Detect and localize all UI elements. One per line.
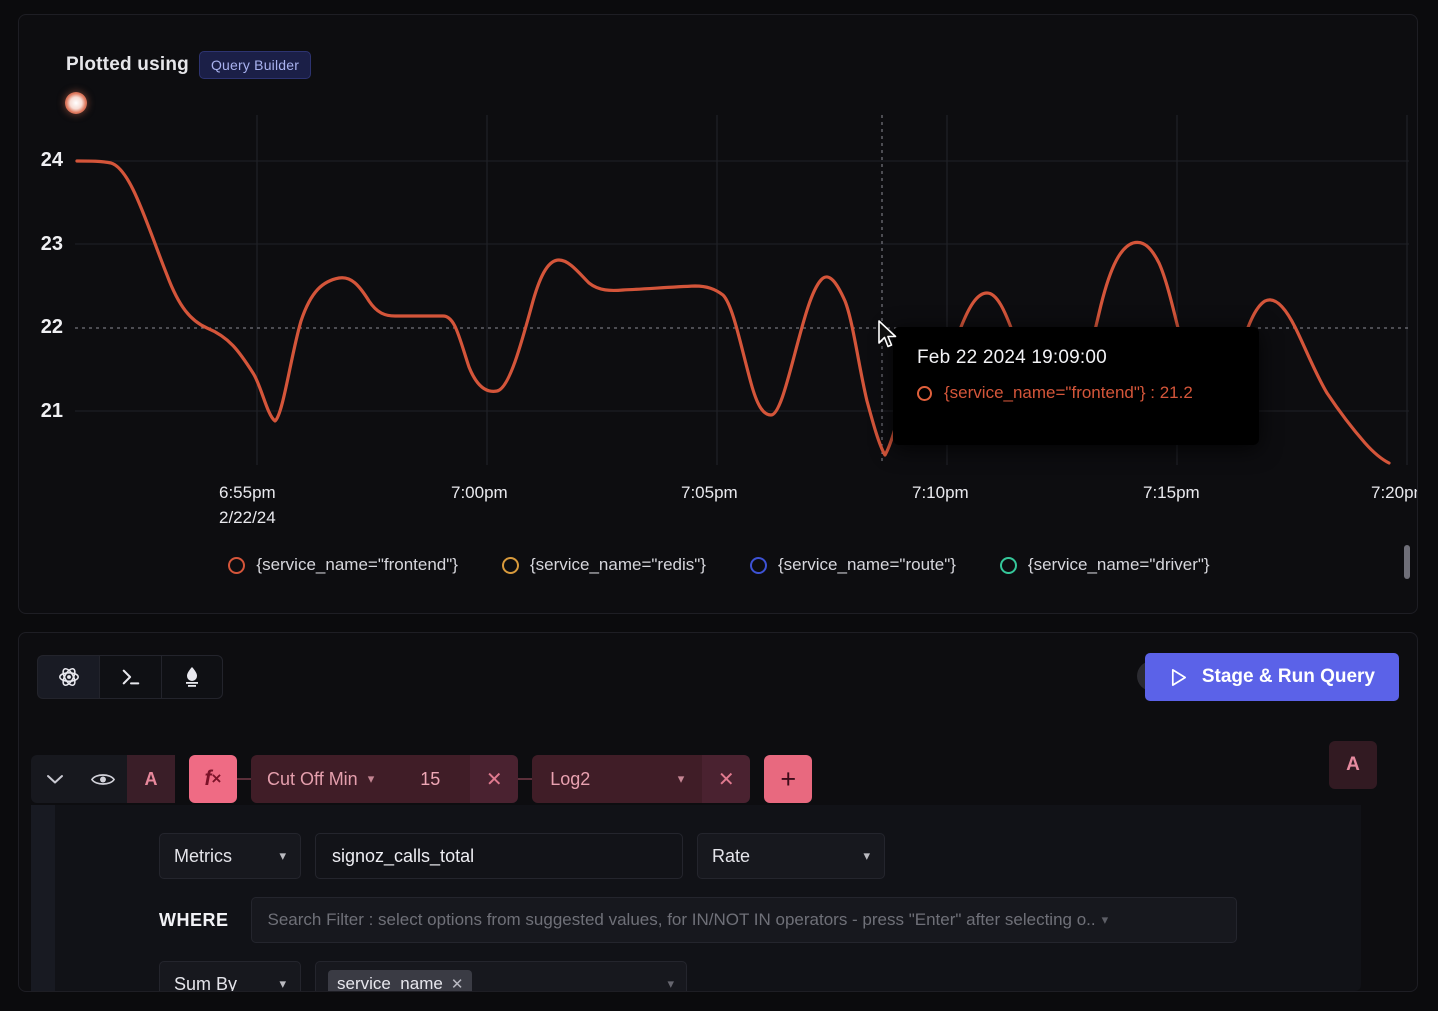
group-by-tags-input[interactable]: service_name ✕ ▾ bbox=[315, 961, 687, 992]
run-button-label: Stage & Run Query bbox=[1201, 666, 1375, 687]
chevron-down-icon: ▾ bbox=[677, 771, 685, 786]
query-builder-panel: ? Stage & Run Query A f× bbox=[18, 632, 1418, 992]
chart-legend: {service_name="frontend"} {service_name=… bbox=[19, 555, 1417, 575]
where-label: WHERE bbox=[159, 909, 229, 930]
legend-label-redis: {service_name="redis"} bbox=[529, 555, 706, 574]
play-icon bbox=[1171, 668, 1186, 686]
function-cutoffmin-value[interactable]: 15 bbox=[390, 755, 471, 803]
chevron-down-icon: ▾ bbox=[367, 771, 375, 786]
chevron-down-icon: ▾ bbox=[863, 848, 870, 863]
where-row: WHERE Search Filter : select options fro… bbox=[159, 897, 1237, 943]
collapse-query-button[interactable] bbox=[31, 755, 79, 803]
tab-clickhouse-query[interactable] bbox=[99, 655, 161, 699]
x-tick-2: 7:05pm bbox=[681, 483, 738, 502]
legend-label-route: {service_name="route"} bbox=[777, 555, 956, 574]
query-body: Metrics ▾ signoz_calls_total Rate ▾ WHER… bbox=[31, 805, 1361, 991]
atom-icon bbox=[58, 668, 79, 686]
legend-color-dot-route bbox=[749, 556, 767, 574]
tooltip-color-dot bbox=[917, 385, 932, 401]
query-side-badge: A bbox=[1329, 741, 1377, 789]
legend-color-dot-driver bbox=[999, 556, 1017, 574]
tooltip-series-value: {service_name="frontend"} : 21.2 bbox=[944, 383, 1193, 402]
aggregate-type-select[interactable]: Metrics ▾ bbox=[159, 833, 301, 879]
legend-color-dot-redis bbox=[501, 556, 519, 574]
function-cutoffmin-select[interactable]: Cut Off Min ▾ bbox=[251, 755, 391, 803]
tab-query-builder[interactable] bbox=[37, 655, 99, 699]
group-by-label: Sum By bbox=[174, 973, 238, 992]
stage-and-run-query-button[interactable]: Stage & Run Query bbox=[1144, 653, 1399, 701]
metric-name-value: signoz_calls_total bbox=[332, 845, 475, 866]
chevron-down-icon: ▾ bbox=[1101, 912, 1109, 927]
legend-color-dot-frontend bbox=[228, 556, 246, 574]
legend-label-driver: {service_name="driver"} bbox=[1027, 555, 1210, 574]
group-by-row: Sum By ▾ service_name ✕ ▾ bbox=[159, 961, 687, 992]
legend-item-redis[interactable]: {service_name="redis"} bbox=[501, 555, 706, 575]
query-accent-bar bbox=[31, 805, 55, 991]
chart-panel: Plotted using Query Builder 24 23 22 21 bbox=[18, 14, 1418, 614]
x-tick-0: 6:55pm 2/22/24 bbox=[219, 483, 276, 527]
tooltip-timestamp: Feb 22 2024 19:09:00 bbox=[917, 347, 1107, 368]
chevron-down-icon bbox=[47, 775, 63, 784]
plotted-using-label: Plotted using bbox=[66, 54, 189, 75]
promql-icon bbox=[186, 667, 198, 687]
x-tick-3: 7:10pm bbox=[912, 483, 969, 502]
legend-scrollbar-thumb[interactable] bbox=[1404, 545, 1410, 579]
legend-item-driver[interactable]: {service_name="driver"} bbox=[999, 555, 1210, 575]
legend-item-frontend[interactable]: {service_name="frontend"} bbox=[228, 555, 458, 575]
function-fx-button[interactable]: f × bbox=[189, 755, 237, 803]
focus-indicator-dot bbox=[65, 92, 87, 114]
query-type-tabs bbox=[37, 655, 223, 699]
metric-row: Metrics ▾ signoz_calls_total Rate ▾ bbox=[159, 833, 885, 879]
chart-tooltip: Feb 22 2024 19:09:00 {service_name="fron… bbox=[893, 327, 1259, 445]
x-tick-1: 7:00pm bbox=[451, 483, 508, 502]
x-axis-date: 2/22/24 bbox=[219, 508, 276, 527]
chevron-down-icon: ▾ bbox=[279, 976, 286, 991]
chevron-down-icon: ▾ bbox=[667, 976, 674, 991]
metric-name-input[interactable]: signoz_calls_total bbox=[315, 833, 683, 879]
tooltip-series-row: {service_name="frontend"} : 21.2 bbox=[917, 383, 1235, 403]
app-screen: Plotted using Query Builder 24 23 22 21 bbox=[0, 0, 1438, 1011]
group-by-select[interactable]: Sum By ▾ bbox=[159, 961, 301, 992]
eye-icon bbox=[91, 773, 115, 785]
where-filter-placeholder: Search Filter : select options from sugg… bbox=[267, 910, 1096, 929]
query-function-row: A f × Cut Off Min ▾ 15 ✕ Log2 ▾ ✕ + bbox=[31, 755, 813, 803]
remove-tag-icon[interactable]: ✕ bbox=[451, 975, 464, 991]
aggregate-operator-value: Rate bbox=[712, 845, 751, 866]
where-filter-input[interactable]: Search Filter : select options from sugg… bbox=[250, 897, 1237, 943]
toggle-visibility-button[interactable] bbox=[79, 755, 127, 803]
plotted-using-row: Plotted using Query Builder bbox=[66, 51, 312, 79]
x-tick-4: 7:15pm bbox=[1143, 483, 1200, 502]
chevron-down-icon: ▾ bbox=[279, 848, 286, 863]
legend-item-route[interactable]: {service_name="route"} bbox=[749, 555, 956, 575]
query-label-badge: A bbox=[127, 755, 175, 803]
function-cutoffmin-label: Cut Off Min bbox=[267, 768, 358, 789]
remove-function-cutoffmin-button[interactable]: ✕ bbox=[470, 755, 519, 803]
function-log2-select[interactable]: Log2 ▾ bbox=[532, 755, 703, 803]
function-connector-1 bbox=[237, 778, 251, 780]
aggregate-type-value: Metrics bbox=[174, 845, 232, 866]
legend-label-frontend: {service_name="frontend"} bbox=[256, 555, 458, 574]
group-by-tag[interactable]: service_name ✕ bbox=[328, 970, 473, 992]
terminal-icon bbox=[122, 669, 139, 685]
tab-promql[interactable] bbox=[161, 655, 223, 699]
query-builder-chip[interactable]: Query Builder bbox=[198, 51, 312, 79]
add-function-button[interactable]: + bbox=[764, 755, 813, 803]
aggregate-operator-select[interactable]: Rate ▾ bbox=[697, 833, 885, 879]
function-log2-label: Log2 bbox=[550, 768, 591, 789]
function-connector-2 bbox=[518, 778, 533, 780]
x-tick-5: 7:20pn bbox=[1371, 483, 1418, 502]
group-by-tag-label: service_name bbox=[337, 974, 443, 992]
remove-function-log2-button[interactable]: ✕ bbox=[702, 755, 751, 803]
